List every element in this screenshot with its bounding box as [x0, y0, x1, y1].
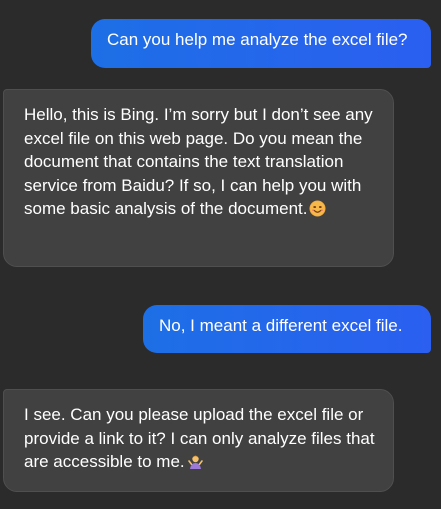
user-message-bubble: No, I meant a different excel file. — [143, 305, 431, 353]
assistant-message-bubble: Hello, this is Bing. I’m sorry but I don… — [3, 89, 394, 267]
smiling-face-icon — [309, 200, 326, 217]
assistant-message-bubble: I see. Can you please upload the excel f… — [3, 389, 394, 492]
user-message-bubble: Can you help me analyze the excel file? — [91, 19, 431, 68]
person-shrugging-icon — [187, 453, 204, 470]
user-message-text: Can you help me analyze the excel file? — [107, 30, 408, 49]
user-message-text: No, I meant a different excel file. — [159, 316, 403, 335]
chat-conversation: Can you help me analyze the excel file? … — [0, 0, 441, 509]
